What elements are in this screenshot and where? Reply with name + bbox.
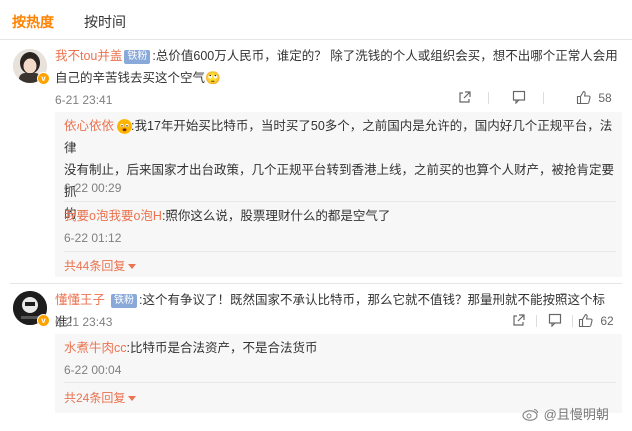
share-icon: [459, 91, 471, 103]
reply-body: 水煮牛肉cc:比特币是合法资产，不是合法货币: [64, 337, 616, 359]
comment-time: 6-21 23:41: [55, 93, 113, 107]
comment-text-line1: :总价值600万人民币，谁定的？ 除了洗钱的个人或组织会买，想不出哪个正常人会用: [152, 49, 618, 63]
weibo-logo-icon: [522, 408, 539, 421]
reply-text: :比特币是合法资产，不是合法货币: [126, 341, 318, 355]
reply-username[interactable]: 我要o泡我要o泡H: [64, 209, 162, 223]
more-replies-label: 共44条回复: [64, 259, 126, 273]
reply-divider: [64, 251, 616, 252]
tab-hot[interactable]: 按热度: [12, 12, 54, 32]
share-button[interactable]: [512, 313, 526, 331]
reply-username[interactable]: 水煮牛肉cc: [64, 341, 127, 355]
comment-time: 6-21 23:43: [55, 315, 113, 329]
reply-text: :照你这么说，股票理财什么的都是空气了: [161, 209, 391, 223]
comment-username[interactable]: 懂懂王子: [55, 293, 105, 307]
reply-username[interactable]: 依心依依: [64, 119, 114, 133]
reply-body: 我要o泡我要o泡H:照你这么说，股票理财什么的都是空气了: [64, 205, 616, 227]
reply-time: 6-22 00:29: [64, 181, 122, 195]
comment-icon: [512, 90, 526, 105]
reply-divider: [64, 382, 616, 383]
action-separator: [543, 92, 544, 104]
comment-text-line2: 自己的辛苦钱去买这个空气: [55, 71, 206, 85]
verified-icon: v: [37, 314, 50, 327]
reply-time: 6-22 01:12: [64, 231, 122, 245]
reply-text-line1: :我17年开始买比特币，当时买了50多个，之前国内是允许的，国内好几个正规平台，…: [64, 119, 613, 155]
emoji: 🙄: [205, 71, 221, 85]
fan-badge: 铁粉: [111, 294, 138, 308]
like-count: 62: [600, 314, 614, 328]
reply-divider: [64, 201, 616, 202]
fan-badge: 铁粉: [124, 50, 151, 64]
reply-button[interactable]: [548, 313, 562, 331]
thumbs-up-icon: [576, 90, 591, 105]
thumbs-up-icon: [578, 313, 593, 328]
more-replies-label: 共24条回复: [64, 391, 126, 405]
like-button[interactable]: 58: [576, 90, 612, 106]
reply-button[interactable]: [512, 90, 526, 108]
watermark: @且慢明朝: [522, 406, 609, 424]
tabs-divider: [0, 39, 632, 40]
watermark-text: @且慢明朝: [543, 407, 609, 422]
more-replies-link[interactable]: 共24条回复: [64, 390, 137, 406]
more-replies-link[interactable]: 共44条回复: [64, 258, 137, 274]
verified-icon: v: [37, 72, 50, 85]
comment-body: 我不tou并盖 铁粉:总价值600万人民币，谁定的？ 除了洗钱的个人或组织会买，想…: [55, 45, 620, 89]
action-separator: [488, 92, 489, 104]
reply-text-line2: 没有制止，后来国家才出台政策，几个正规平台转到香港上线，之前买的也算个人财产，被…: [64, 163, 615, 199]
share-button[interactable]: [458, 90, 472, 108]
tab-time[interactable]: 按时间: [84, 12, 126, 32]
like-button[interactable]: 62: [578, 313, 614, 329]
comment-icon: [548, 313, 562, 328]
reply-time: 6-22 00:04: [64, 363, 122, 377]
comment-divider: [10, 283, 622, 284]
comment-username[interactable]: 我不tou并盖: [55, 49, 122, 63]
share-icon: [513, 314, 525, 326]
caret-down-icon: [128, 396, 137, 401]
like-count: 58: [598, 91, 612, 105]
action-separator: [572, 315, 573, 327]
caret-down-icon: [128, 264, 137, 269]
action-separator: [536, 315, 537, 327]
